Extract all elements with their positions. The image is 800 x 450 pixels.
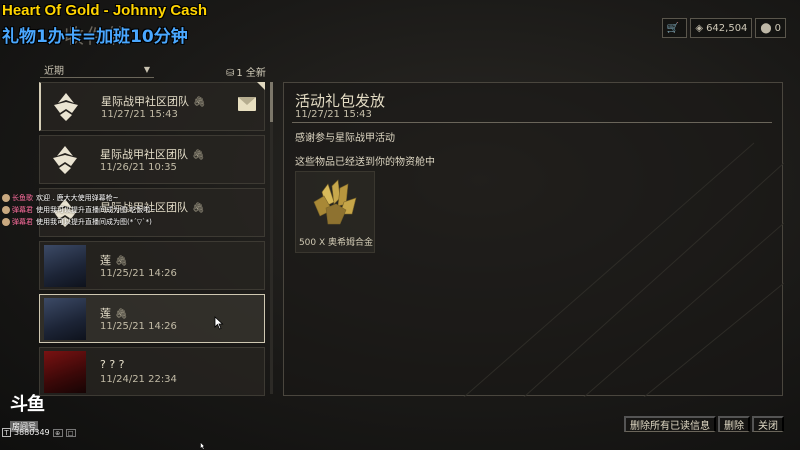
character-avatar: [44, 245, 86, 287]
message-item[interactable]: 星际战甲社区团队 🖇 11/26/21 10:35: [39, 135, 265, 184]
delete-all-read-button[interactable]: 删除所有已读信息: [624, 416, 716, 432]
chat-user: 长鱼歌: [12, 194, 33, 202]
lotus-icon: [45, 86, 87, 128]
paperclip-icon: 🖇: [115, 256, 128, 267]
message-date: 11/25/21 14:26: [100, 321, 177, 332]
character-avatar: [44, 298, 86, 340]
chat-user: 弹幕君: [12, 206, 33, 214]
mouse-cursor-icon: [214, 316, 224, 330]
filter-dropdown[interactable]: 近期 ▼: [40, 62, 154, 78]
stream-song-title: Heart Of Gold - Johnny Cash: [2, 2, 208, 19]
user-avatar: [2, 194, 10, 202]
text-icon: T: [2, 428, 11, 437]
message-list-scrollbar[interactable]: [270, 82, 273, 394]
message-sender: 星际战甲社区团队 🖇: [100, 148, 205, 161]
zoom-icon[interactable]: ⊕: [52, 428, 63, 437]
action-buttons: 删除所有已读信息 删除 关闭: [624, 416, 784, 432]
paperclip-icon: 🖇: [115, 309, 128, 320]
paperclip-icon: 🖇: [193, 97, 206, 108]
platinum-display: ⬤ 0: [755, 18, 786, 38]
chat-overlay: 长鱼歌 欢迎 . 鹿大大使用弹幕枪~ 弹幕君 使用我可以提升直播间成为图·吃饭啦~ …: [2, 192, 156, 228]
message-date: 11/27/21 15:43: [101, 109, 178, 120]
reward-label: 500 X 奥希姆合金: [298, 238, 374, 248]
credits-display: ◈ 642,504: [690, 18, 753, 38]
douyu-logo-text: 斗鱼: [10, 394, 45, 415]
message-sender: ? ? ?: [100, 358, 125, 371]
lotus-icon: [44, 139, 86, 181]
message-item[interactable]: 星际战甲社区团队 🖇 11/27/21 15:43: [39, 82, 265, 131]
message-sender: 星际战甲社区团队 🖇: [101, 95, 206, 108]
detail-paragraph: 这些物品已经送到你的物资舱中: [295, 157, 435, 168]
chat-text: 使用我可以提升直播间成为图(*´▽`*): [36, 218, 152, 226]
credits-value: 642,504: [706, 22, 748, 34]
room-number: 3880349: [14, 428, 50, 437]
message-date: 11/24/21 22:34: [100, 374, 177, 385]
new-count-label: 1 全新: [236, 68, 266, 79]
message-detail-panel: 活动礼包发放 11/27/21 15:43 感谢参与星际战甲活动 这些物品已经送…: [283, 82, 784, 397]
credits-icon: ◈: [695, 22, 704, 34]
cart-icon: 🛒: [666, 22, 680, 34]
mouse-cursor-icon: [200, 442, 205, 450]
unread-flag: [257, 82, 265, 90]
red-character-avatar: [44, 351, 86, 393]
chat-line: 弹幕君 使用我可以提升直播间成为图(*´▽`*): [2, 216, 156, 228]
envelope-icon: [238, 97, 256, 111]
oxium-alloy-icon: [313, 179, 357, 225]
message-date: 11/26/21 10:35: [100, 162, 177, 173]
detail-paragraph: 感谢参与星际战甲活动: [295, 133, 395, 144]
filter-value: 近期: [44, 66, 64, 77]
message-item[interactable]: 莲 🖇 11/25/21 14:26: [39, 294, 265, 343]
chat-text: 欢迎 . 鹿大大使用弹幕枪~: [36, 194, 119, 202]
chat-text: 使用我可以提升直播间成为图·吃饭啦~: [36, 206, 157, 214]
paperclip-icon: 🖇: [192, 203, 205, 214]
detail-date: 11/27/21 15:43: [295, 109, 372, 120]
scrollbar-thumb[interactable]: [270, 82, 273, 122]
chevron-down-icon: ▼: [143, 65, 150, 74]
stream-notice: 礼物1办卡=加班10分钟: [2, 27, 188, 47]
delete-button[interactable]: 删除: [718, 416, 750, 432]
reward-item[interactable]: 500 X 奥希姆合金: [295, 171, 375, 253]
room-number-bar: T 3880349 ⊕ □: [2, 428, 76, 437]
message-item[interactable]: ? ? ? 11/24/21 22:34: [39, 347, 265, 396]
currency-bar: 🛒 ◈ 642,504 ⬤ 0: [661, 18, 786, 38]
close-button[interactable]: 关闭: [752, 416, 784, 432]
inbox-tray-icon: ⛁: [226, 68, 235, 79]
paperclip-icon: 🖇: [192, 150, 205, 161]
user-avatar: [2, 206, 10, 214]
message-sender: 莲 🖇: [100, 307, 128, 320]
message-sender: 莲 🖇: [100, 254, 128, 267]
platinum-value: 0: [774, 22, 781, 34]
chat-line: 长鱼歌 欢迎 . 鹿大大使用弹幕枪~: [2, 192, 156, 204]
user-avatar: [2, 218, 10, 226]
message-item[interactable]: 莲 🖇 11/25/21 14:26: [39, 241, 265, 290]
new-message-count: ⛁ 1 全新: [226, 64, 266, 79]
detail-divider: [292, 122, 772, 123]
message-date: 11/25/21 14:26: [100, 268, 177, 279]
detail-title: 活动礼包发放: [295, 92, 386, 110]
chat-user: 弹幕君: [12, 218, 33, 226]
message-list[interactable]: 星际战甲社区团队 🖇 11/27/21 15:43 星际战甲社区团队 🖇 11/26…: [39, 82, 267, 396]
fullscreen-icon[interactable]: □: [65, 428, 76, 437]
market-button[interactable]: 🛒: [661, 18, 688, 38]
chat-line: 弹幕君 使用我可以提升直播间成为图·吃饭啦~: [2, 204, 156, 216]
platinum-icon: ⬤: [760, 22, 772, 34]
